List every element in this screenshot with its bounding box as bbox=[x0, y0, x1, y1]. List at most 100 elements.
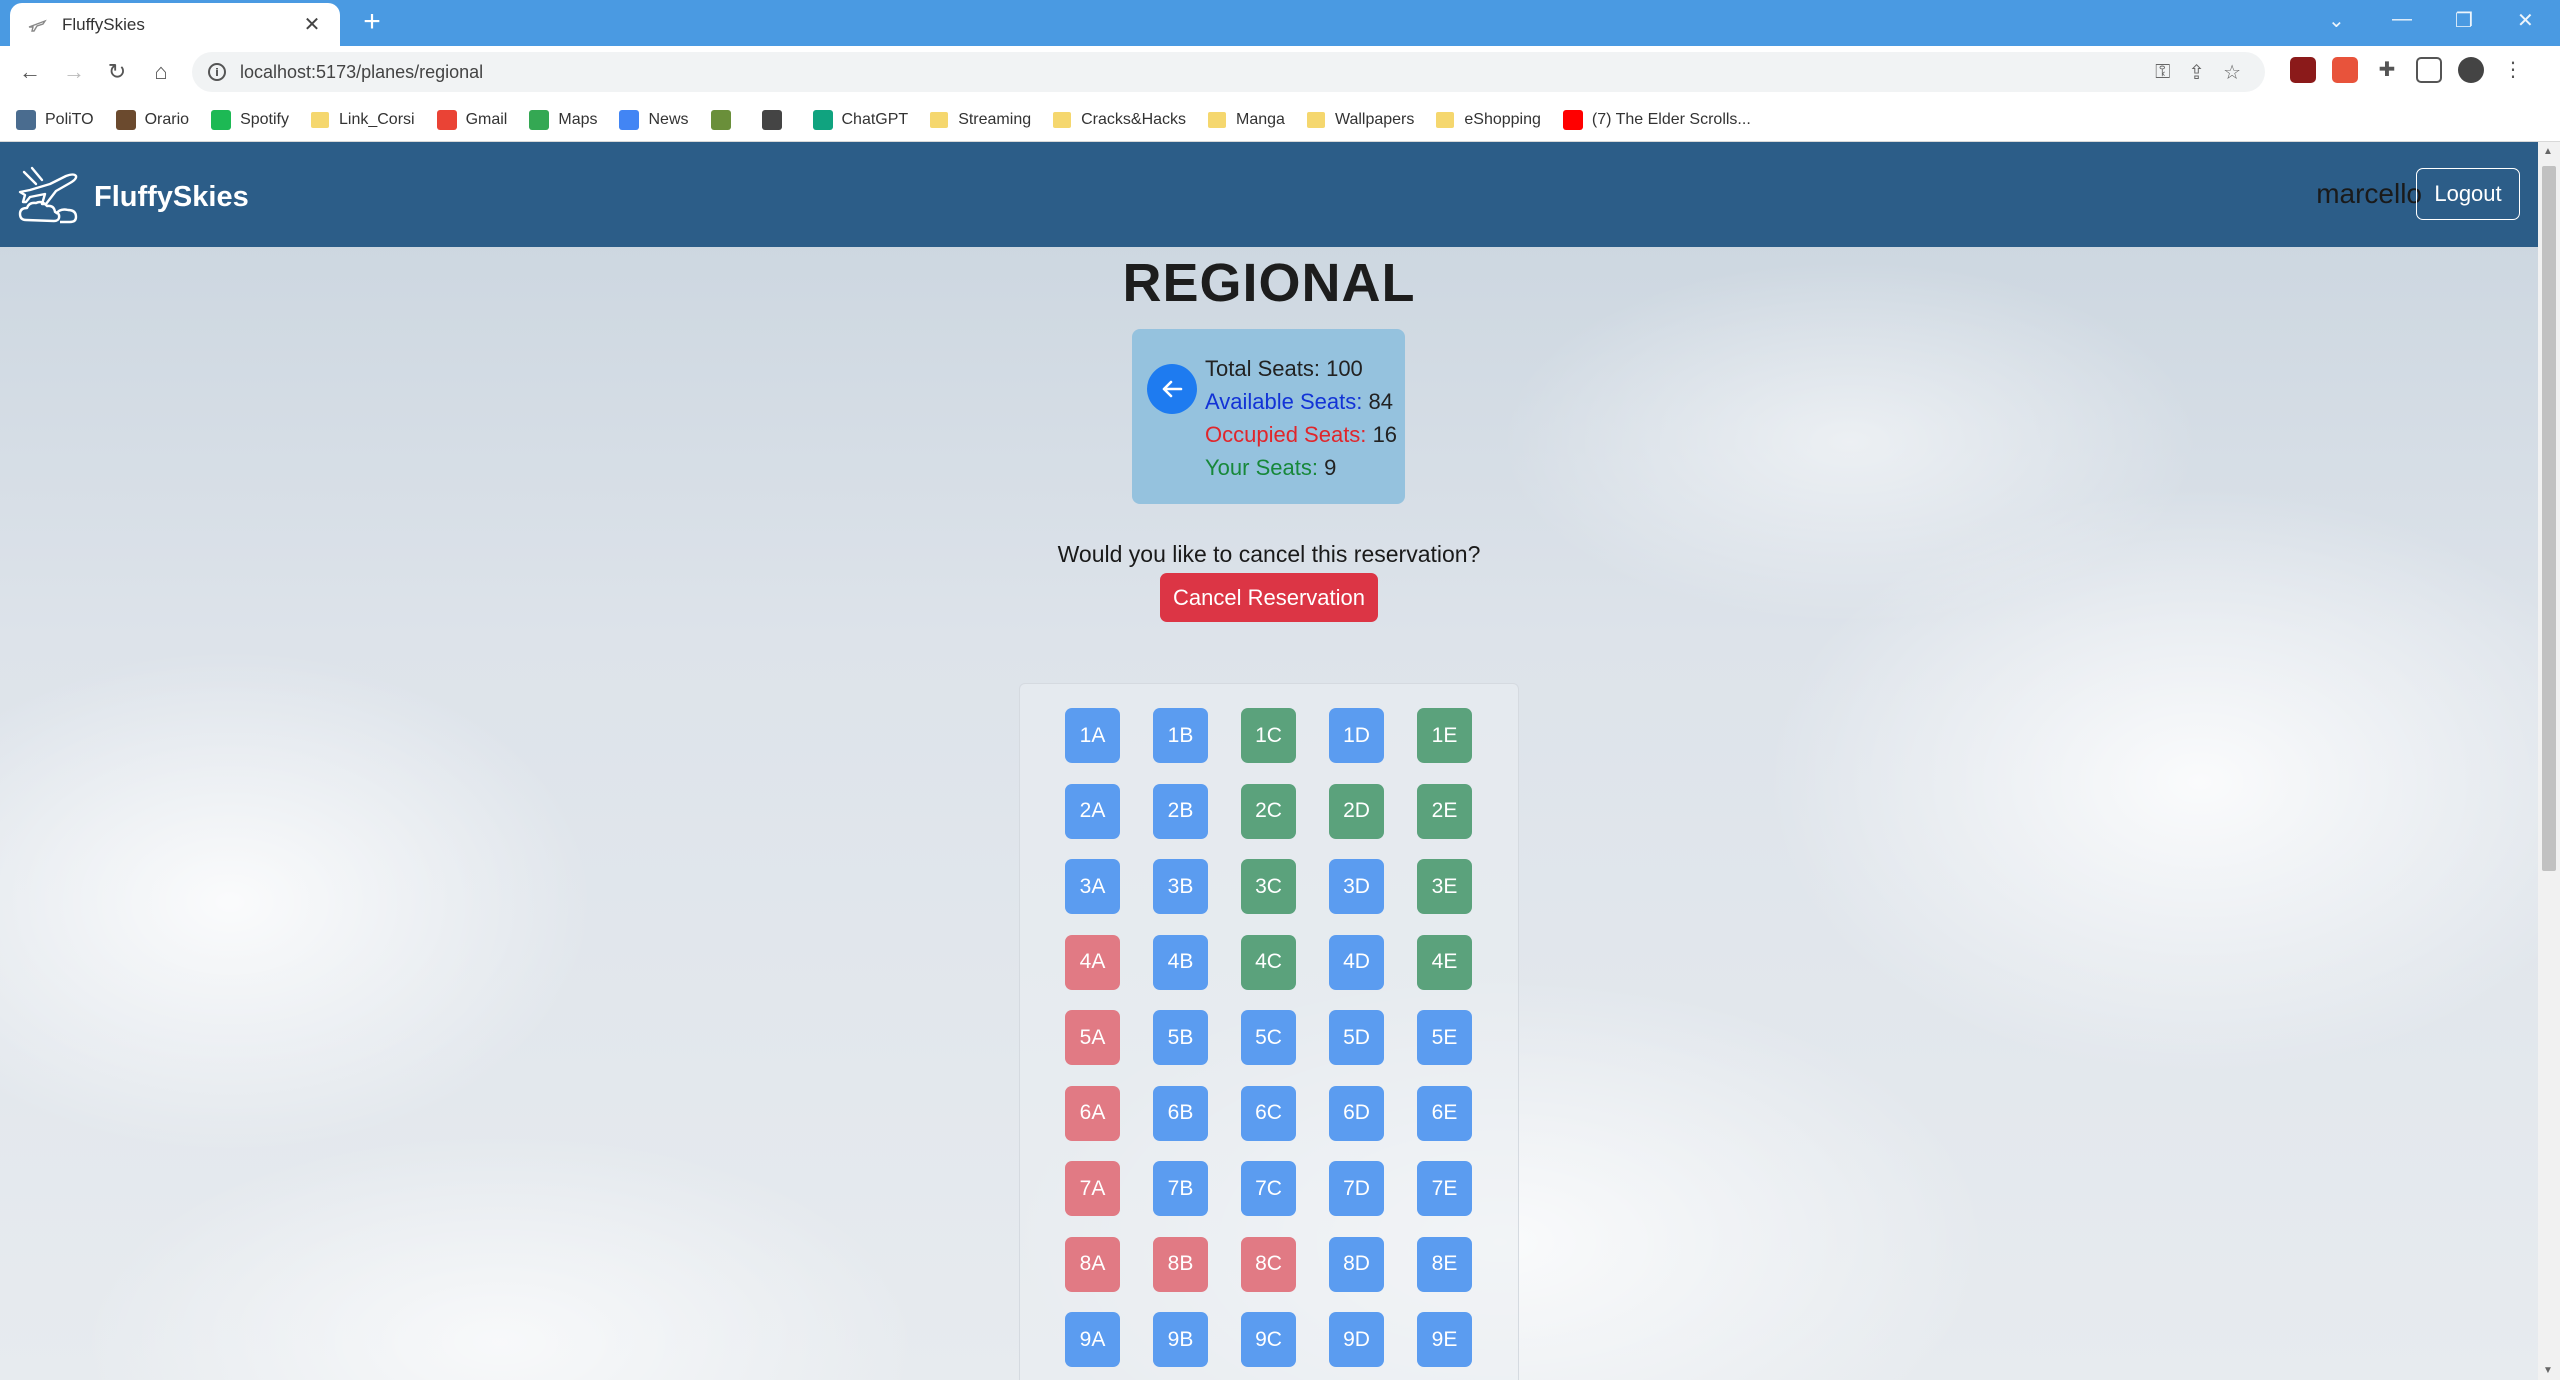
folder-icon bbox=[930, 111, 949, 128]
brand-link[interactable]: FluffySkies bbox=[16, 164, 249, 231]
bookmark-favicon-icon bbox=[619, 109, 640, 130]
bookmark-item[interactable]: Streaming bbox=[930, 111, 1031, 129]
seat-occupied[interactable]: 8A bbox=[1065, 1236, 1120, 1292]
scroll-up-icon[interactable]: ▲ bbox=[2543, 146, 2553, 157]
home-icon[interactable]: ⌂ bbox=[147, 58, 175, 86]
seat-available[interactable]: 1D bbox=[1329, 708, 1384, 763]
seat-yours[interactable]: 2D bbox=[1329, 783, 1384, 839]
seat-yours[interactable]: 4E bbox=[1417, 934, 1472, 990]
restore-icon[interactable]: ❐ bbox=[2455, 8, 2473, 33]
seat-available[interactable]: 6B bbox=[1153, 1085, 1208, 1141]
bookmark-item[interactable] bbox=[710, 109, 740, 130]
bookmark-item[interactable]: Gmail bbox=[436, 109, 507, 130]
star-icon[interactable]: ☆ bbox=[2223, 60, 2241, 85]
seat-occupied[interactable]: 6A bbox=[1065, 1085, 1120, 1141]
bookmark-item[interactable]: Spotify bbox=[211, 109, 289, 130]
seat-available[interactable]: 5D bbox=[1329, 1010, 1384, 1065]
seat-available[interactable]: 8E bbox=[1417, 1236, 1472, 1292]
new-tab-button[interactable]: + bbox=[356, 7, 388, 39]
back-nav-icon[interactable]: ← bbox=[16, 58, 44, 86]
bookmark-item[interactable]: Manga bbox=[1208, 111, 1285, 129]
seat-available[interactable]: 9A bbox=[1065, 1312, 1120, 1367]
bookmark-item[interactable]: ChatGPT bbox=[812, 109, 908, 130]
side-panel-icon[interactable] bbox=[2416, 57, 2442, 83]
seat-map: 1A 1B 1C 1D 1E 2A 2B 2C 2D 2E 3A 3B 3C 3D 3E 4A 4B 4C 4D 4E… bbox=[1019, 683, 1519, 1380]
back-button[interactable] bbox=[1147, 364, 1197, 414]
your-seats-label: Your Seats: bbox=[1205, 455, 1318, 480]
scroll-down-icon[interactable]: ▼ bbox=[2543, 1365, 2553, 1376]
seat-available[interactable]: 1A bbox=[1065, 708, 1120, 763]
seat-available[interactable]: 6C bbox=[1241, 1085, 1296, 1141]
seat-yours[interactable]: 2E bbox=[1417, 783, 1472, 839]
profile-avatar-icon[interactable] bbox=[2458, 57, 2484, 83]
scroll-thumb[interactable] bbox=[2542, 166, 2556, 871]
seat-yours[interactable]: 3E bbox=[1417, 859, 1472, 914]
seat-available[interactable]: 7C bbox=[1241, 1161, 1296, 1216]
bookmark-item[interactable]: News bbox=[619, 109, 689, 130]
arrow-left-icon bbox=[1162, 380, 1183, 398]
seat-occupied[interactable]: 7A bbox=[1065, 1161, 1120, 1216]
minimize-icon[interactable]: — bbox=[2392, 8, 2412, 31]
reload-icon[interactable]: ↻ bbox=[103, 58, 131, 86]
seat-occupied[interactable]: 8C bbox=[1241, 1236, 1296, 1292]
logout-button[interactable]: Logout bbox=[2416, 168, 2520, 220]
seat-available[interactable]: 3A bbox=[1065, 859, 1120, 914]
seat-available[interactable]: 9C bbox=[1241, 1312, 1296, 1367]
key-icon[interactable]: ⚿ bbox=[2155, 61, 2170, 84]
bookmark-item[interactable]: (7) The Elder Scrolls... bbox=[1562, 109, 1751, 130]
seat-available[interactable]: 2B bbox=[1153, 783, 1208, 839]
bookmark-item[interactable]: Orario bbox=[115, 109, 189, 130]
cancel-reservation-button[interactable]: Cancel Reservation bbox=[1160, 573, 1378, 622]
seat-available[interactable]: 3B bbox=[1153, 859, 1208, 914]
seat-yours[interactable]: 1C bbox=[1241, 708, 1296, 763]
site-info-icon[interactable]: i bbox=[208, 63, 226, 81]
seat-available[interactable]: 5C bbox=[1241, 1010, 1296, 1065]
seat-yours[interactable]: 3C bbox=[1241, 859, 1296, 914]
seat-occupied[interactable]: 5A bbox=[1065, 1010, 1120, 1065]
seat-available[interactable]: 6E bbox=[1417, 1085, 1472, 1141]
seat-available[interactable]: 7D bbox=[1329, 1161, 1384, 1216]
ublock-extension-icon[interactable] bbox=[2290, 57, 2316, 83]
seat-available[interactable]: 9E bbox=[1417, 1312, 1472, 1367]
airplane-logo-icon bbox=[16, 164, 82, 231]
seat-available[interactable]: 9D bbox=[1329, 1312, 1384, 1367]
seat-available[interactable]: 7B bbox=[1153, 1161, 1208, 1216]
page-scrollbar[interactable]: ▲ ▼ bbox=[2538, 142, 2560, 1380]
seat-available[interactable]: 5E bbox=[1417, 1010, 1472, 1065]
seat-available[interactable]: 8D bbox=[1329, 1236, 1384, 1292]
total-seats-row: Total Seats: 100 bbox=[1205, 352, 1397, 385]
window-close-icon[interactable]: ✕ bbox=[2517, 8, 2534, 33]
browser-tab[interactable]: FluffySkies ✕ bbox=[10, 3, 340, 46]
seat-yours[interactable]: 4C bbox=[1241, 934, 1296, 990]
share-icon[interactable]: ⇪ bbox=[2188, 60, 2205, 85]
seat-occupied[interactable]: 4A bbox=[1065, 934, 1120, 990]
bookmark-item[interactable]: Maps bbox=[529, 109, 597, 130]
bookmark-label: Manga bbox=[1236, 110, 1285, 128]
bookmark-item[interactable]: Cracks&Hacks bbox=[1053, 111, 1186, 129]
seat-occupied[interactable]: 8B bbox=[1153, 1236, 1208, 1292]
seat-available[interactable]: 7E bbox=[1417, 1161, 1472, 1216]
bookmark-item[interactable]: Link_Corsi bbox=[310, 111, 415, 129]
seat-available[interactable]: 5B bbox=[1153, 1010, 1208, 1065]
bookmark-item[interactable]: Wallpapers bbox=[1306, 111, 1414, 129]
folder-icon bbox=[1208, 111, 1227, 128]
seat-yours[interactable]: 1E bbox=[1417, 708, 1472, 763]
extension-icon[interactable] bbox=[2332, 57, 2358, 83]
menu-kebab-icon[interactable]: ⋮ bbox=[2500, 57, 2526, 83]
seat-available[interactable]: 4B bbox=[1153, 934, 1208, 990]
seat-available[interactable]: 1B bbox=[1153, 708, 1208, 763]
bookmark-item[interactable]: PoliTO bbox=[16, 109, 94, 130]
address-bar[interactable]: i localhost:5173/planes/regional ⚿ ⇪ ☆ bbox=[192, 52, 2265, 92]
tab-search-icon[interactable]: ⌄ bbox=[2328, 8, 2345, 33]
seat-available[interactable]: 3D bbox=[1329, 859, 1384, 914]
tab-close-icon[interactable]: ✕ bbox=[300, 12, 324, 37]
seat-available[interactable]: 9B bbox=[1153, 1312, 1208, 1367]
forward-nav-icon[interactable]: → bbox=[60, 58, 88, 86]
seat-available[interactable]: 6D bbox=[1329, 1085, 1384, 1141]
seat-available[interactable]: 4D bbox=[1329, 934, 1384, 990]
seat-available[interactable]: 2A bbox=[1065, 783, 1120, 839]
seat-yours[interactable]: 2C bbox=[1241, 783, 1296, 839]
bookmark-item[interactable] bbox=[761, 109, 791, 130]
bookmark-item[interactable]: eShopping bbox=[1436, 111, 1541, 129]
puzzle-extensions-icon[interactable]: ✚ bbox=[2374, 57, 2400, 83]
